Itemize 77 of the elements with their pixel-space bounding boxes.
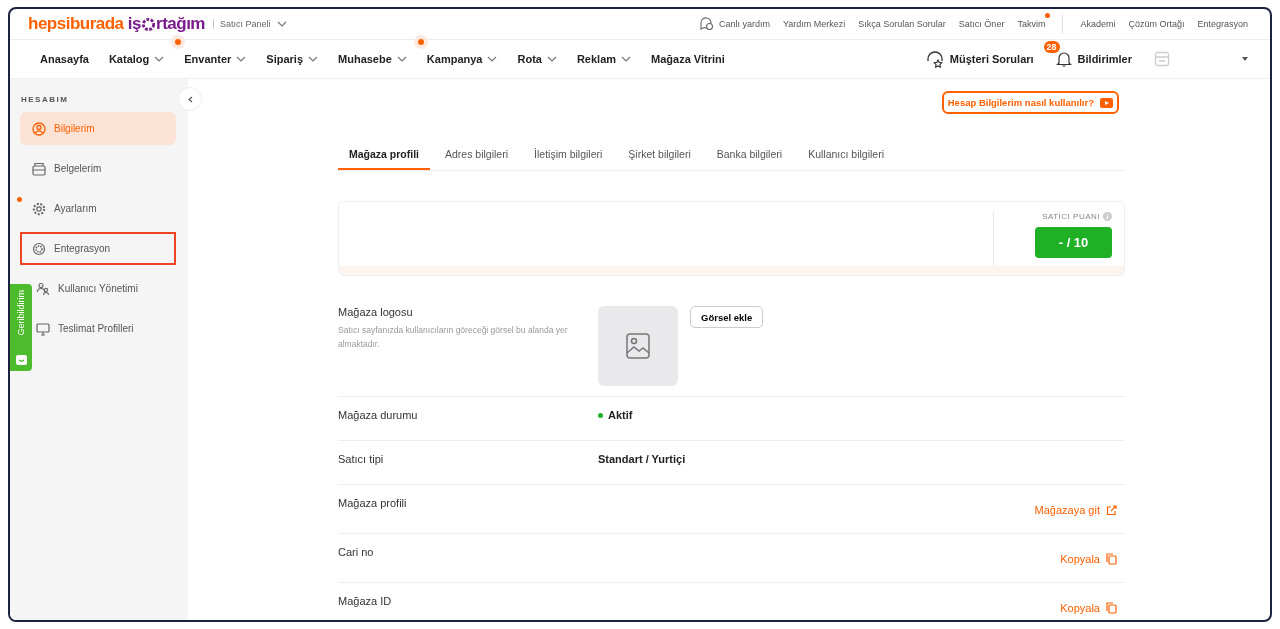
bell-icon <box>1055 50 1072 68</box>
tab[interactable]: Banka bilgileri <box>705 142 794 170</box>
field-label: Mağaza ID <box>338 595 393 607</box>
field-label: Mağaza profili <box>338 497 408 509</box>
top-link[interactable]: Satıcı Öner <box>958 19 1005 29</box>
chevron-down-icon <box>308 56 319 62</box>
notifications-link[interactable]: Bildirimler <box>1055 50 1132 68</box>
tab[interactable]: Mağaza profili <box>338 142 430 170</box>
headset-star-icon <box>925 50 944 68</box>
brand-logo-text: hepsiburada <box>28 14 124 34</box>
field-label: Mağaza logosu <box>338 306 414 318</box>
smiley-icon <box>15 355 27 365</box>
sidebar-item[interactable]: Entegrasyon <box>20 232 176 265</box>
chevron-down-icon <box>276 21 287 27</box>
external-link-icon <box>1106 504 1117 516</box>
top-link[interactable]: Yardım Merkezi <box>782 19 846 29</box>
score-value: - / 10 <box>1035 227 1112 258</box>
users-icon <box>36 281 50 296</box>
nav-menu-item[interactable]: Kampanya <box>426 53 498 65</box>
top-link[interactable]: Akademi <box>1080 19 1116 29</box>
nav-menu-item[interactable]: Sipariş <box>266 53 319 65</box>
customer-questions-link[interactable]: Müşteri Soruları <box>925 50 1034 68</box>
chevron-down-icon <box>546 56 557 62</box>
store-icon[interactable] <box>1154 51 1170 67</box>
sidebar-item[interactable]: Teslimat Profilleri <box>34 312 176 345</box>
count-badge: 28 <box>1043 40 1060 53</box>
top-link[interactable]: Entegrasyon <box>1197 19 1248 29</box>
tab[interactable]: İletişim bilgileri <box>523 142 614 170</box>
nav-menu-item[interactable]: Katalog <box>108 53 165 65</box>
copy-icon <box>1106 602 1117 614</box>
nav-menu-item[interactable]: Reklam <box>576 53 632 65</box>
tab[interactable]: Adres bilgileri <box>434 142 520 170</box>
top-link[interactable]: Takvim <box>1017 19 1046 29</box>
tab[interactable]: Kullanıcı bilgileri <box>797 142 895 170</box>
panel-switcher[interactable]: Satıcı Paneli <box>220 19 271 29</box>
chevron-down-icon <box>621 56 632 62</box>
caret-icon[interactable] <box>1242 57 1248 61</box>
sidebar-item[interactable]: Ayarlarım <box>20 192 176 225</box>
folder-icon <box>32 161 46 176</box>
top-link[interactable]: Canlı yardım <box>698 17 770 31</box>
chevron-left-icon <box>187 95 193 103</box>
chat-icon <box>698 17 714 31</box>
gear-icon <box>32 201 46 216</box>
top-link[interactable]: Sıkça Sorulan Sorular <box>858 19 946 29</box>
nav-menu-item[interactable]: Mağaza Vitrini <box>651 53 725 65</box>
field-label: Cari no <box>338 546 375 558</box>
monitor-icon <box>36 321 50 336</box>
tab[interactable]: Şirket bilgileri <box>617 142 702 170</box>
nav-menu-item[interactable]: Anasayfa <box>40 53 89 65</box>
sidebar-item[interactable]: Belgelerim <box>20 152 176 185</box>
info-icon <box>1103 212 1112 221</box>
score-label: SATICI PUANI <box>1042 212 1100 221</box>
nav-menu-item[interactable]: Envanter <box>184 53 247 65</box>
gear-icon <box>32 241 46 256</box>
sidebar-heading: HESABIM <box>21 95 70 104</box>
chevron-down-icon <box>236 56 247 62</box>
ring-logo-icon <box>141 16 156 32</box>
status-value: Aktif <box>598 409 633 421</box>
sidebar-item[interactable]: Kullanıcı Yönetimi <box>34 272 176 305</box>
nav-menu-item[interactable]: Rota <box>517 53 557 65</box>
brand-logo-text: iş <box>127 14 141 34</box>
brand-logo-text: rtağım <box>156 14 205 34</box>
image-icon <box>626 333 650 359</box>
chevron-down-icon <box>487 56 498 62</box>
field-value: Standart / Yurtiçi <box>598 453 686 465</box>
copy-icon <box>1106 553 1117 565</box>
top-link[interactable]: Çözüm Ortağı <box>1128 19 1185 29</box>
add-image-button[interactable]: Görsel ekle <box>690 306 764 328</box>
chevron-down-icon <box>154 56 165 62</box>
chevron-down-icon <box>396 56 407 62</box>
nav-menu-item[interactable]: Muhasebe <box>338 53 407 65</box>
user-circle-icon <box>32 121 46 136</box>
field-label: Mağaza durumu <box>338 409 419 421</box>
collapse-button[interactable] <box>178 87 202 111</box>
field-label: Satıcı tipi <box>338 453 385 465</box>
field-description: Satıcı sayfanızda kullanıcıların göreceği görsel bu alanda yer almaktadır. <box>338 324 569 351</box>
play-icon <box>1100 97 1113 108</box>
